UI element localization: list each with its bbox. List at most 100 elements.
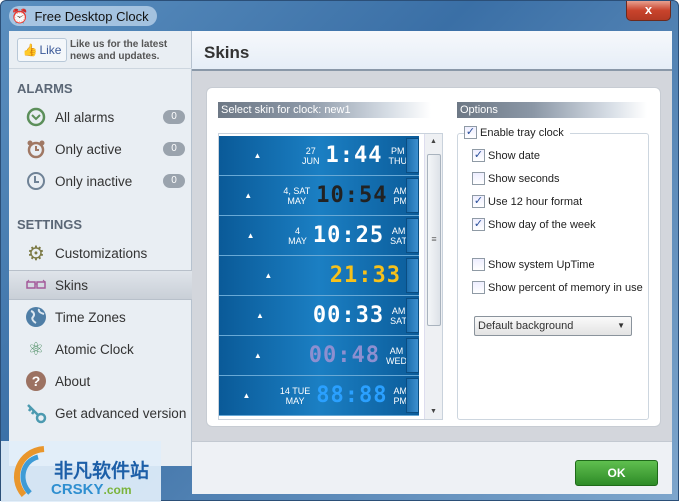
skin-list[interactable]: ▲ 27 JUN 1:44 PM THU ▲ 4, SAT MAY 10:54 AM P… — [218, 133, 443, 420]
skin-date: 4, SAT MAY — [283, 186, 310, 206]
like-text-2: news and updates. — [70, 51, 160, 62]
skin-item[interactable]: ▲ 00:48 AM WED — [219, 336, 419, 376]
checkbox-label: Show seconds — [488, 172, 560, 185]
skin-ampm-top: AM — [393, 185, 408, 196]
checkbox-box[interactable]: ✓ — [472, 218, 485, 231]
use-12-hour-checkbox[interactable]: ✓ Use 12 hour format — [472, 195, 582, 208]
skin-list-header: Select skin for clock: new1 — [218, 102, 431, 118]
triangle-up-icon: ▲ — [264, 271, 273, 280]
checkbox-box[interactable]: ✓ — [472, 195, 485, 208]
skin-time: 10:54 — [316, 183, 388, 208]
vertical-scrollbar[interactable]: ▲ ≡ ▼ — [424, 134, 442, 419]
thumbs-up-icon: 👍 — [22, 43, 38, 57]
skin-time: 10:25 — [312, 223, 385, 248]
count-badge: 0 — [163, 142, 185, 156]
skin-ampm: AM PM — [393, 386, 407, 406]
skin-date: 14 TUE MAY — [280, 386, 310, 406]
scroll-down-arrow-icon[interactable]: ▼ — [425, 408, 442, 415]
show-day-checkbox[interactable]: ✓ Show day of the week — [472, 218, 596, 231]
item-label: Atomic Clock — [55, 341, 134, 357]
page-header: Skins — [192, 31, 672, 71]
glasses-icon — [25, 274, 47, 296]
skins-panel: Select skin for clock: new1 ▲ 27 JUN 1:44… — [206, 87, 661, 427]
triangle-up-icon: ▲ — [253, 151, 262, 160]
skin-ampm: AM SAT — [390, 226, 407, 246]
clock-icon — [25, 106, 47, 128]
checkbox-label: Enable tray clock — [480, 126, 564, 139]
triangle-up-icon: ▲ — [253, 351, 262, 360]
show-uptime-checkbox[interactable]: Show system UpTime — [472, 258, 595, 271]
checkbox-box[interactable] — [472, 172, 485, 185]
skin-day: PM — [393, 195, 408, 206]
skin-day: PM — [393, 395, 407, 406]
checkbox-box[interactable] — [472, 258, 485, 271]
window-title: Free Desktop Clock — [34, 8, 149, 24]
enable-tray-clock-checkbox[interactable]: ✓ Enable tray clock — [464, 126, 570, 139]
divider — [9, 68, 192, 69]
skin-day: WED — [386, 355, 407, 366]
sidebar-item-all-alarms[interactable]: All alarms 0 — [9, 102, 192, 132]
show-date-checkbox[interactable]: ✓ Show date — [472, 149, 540, 162]
skin-tab — [406, 258, 419, 293]
sidebar-item-atomic-clock[interactable]: ⚛ Atomic Clock — [9, 334, 192, 364]
skin-tab — [406, 298, 419, 333]
skin-ampm: AM WED — [386, 346, 407, 366]
chevron-down-icon: ▼ — [617, 321, 625, 330]
skin-tab — [406, 338, 419, 373]
skin-day: SAT — [390, 235, 407, 246]
bottom-bar: OK — [192, 441, 672, 494]
skin-tab — [406, 218, 419, 253]
skin-item[interactable]: ▲ 21:33 — [219, 256, 419, 296]
skin-date-bottom: MAY — [288, 235, 307, 246]
item-label: Only active — [55, 141, 122, 157]
skin-date-top: 4 — [294, 225, 300, 236]
skin-date: 4 MAY — [288, 226, 307, 246]
skin-ampm: AM PM — [394, 186, 408, 206]
crsky-logo-icon — [13, 446, 45, 497]
ok-button[interactable]: OK — [575, 460, 658, 486]
checkbox-box[interactable] — [472, 281, 485, 294]
key-icon — [25, 402, 47, 424]
skin-item[interactable]: ▲ 00:33 AM SAT — [219, 296, 419, 336]
sidebar-item-about[interactable]: ? About — [9, 366, 192, 396]
scroll-thumb[interactable]: ≡ — [427, 154, 441, 326]
skin-item[interactable]: ▲ 14 TUE MAY 88:88 AM PM — [219, 376, 419, 416]
skin-ampm-top: AM — [391, 225, 406, 236]
checkbox-label: Use 12 hour format — [488, 195, 583, 208]
triangle-up-icon: ▲ — [246, 231, 255, 240]
background-select[interactable]: Default background ▼ — [474, 316, 632, 336]
skin-day: THU — [388, 155, 408, 166]
sidebar-item-only-inactive[interactable]: Only inactive 0 — [9, 166, 192, 196]
skin-item[interactable]: ▲ 4 MAY 10:25 AM SAT — [219, 216, 419, 256]
page-title: Skins — [204, 43, 250, 62]
skin-date: 27 JUN — [302, 146, 320, 166]
item-label: All alarms — [55, 109, 115, 125]
sidebar-item-time-zones[interactable]: Time Zones — [9, 302, 192, 332]
item-label: Only inactive — [55, 173, 133, 189]
item-label: Customizations — [55, 245, 148, 261]
skin-item[interactable]: ▲ 27 JUN 1:44 PM THU — [219, 136, 419, 176]
like-button[interactable]: 👍 Like — [17, 38, 67, 62]
item-label: About — [55, 373, 91, 389]
sidebar-item-skins[interactable]: Skins — [9, 270, 192, 300]
watermark-en: CRSKY.com — [51, 481, 132, 498]
skin-time: 21:33 — [329, 263, 401, 288]
checkbox-box[interactable]: ✓ — [464, 126, 477, 139]
question-icon: ? — [25, 370, 47, 392]
sidebar-item-customizations[interactable]: ⚙ Customizations — [9, 238, 192, 268]
skin-item[interactable]: ▲ 4, SAT MAY 10:54 AM PM — [219, 176, 419, 216]
show-seconds-checkbox[interactable]: Show seconds — [472, 172, 560, 185]
checkbox-box[interactable]: ✓ — [472, 149, 485, 162]
show-memory-checkbox[interactable]: Show percent of memory in use — [472, 281, 643, 294]
item-label: Skins — [55, 277, 89, 293]
title-bar: ⏰ Free Desktop Clock — [9, 6, 157, 26]
sidebar-item-only-active[interactable]: Only active 0 — [9, 134, 192, 164]
skin-ampm-top: PM — [391, 145, 405, 156]
skin-ampm-top: AM — [391, 305, 406, 316]
select-value: Default background — [478, 320, 574, 332]
scroll-up-arrow-icon[interactable]: ▲ — [425, 138, 442, 145]
close-button[interactable]: x — [626, 1, 671, 21]
skin-date-top: 27 — [305, 145, 316, 156]
globe-icon — [25, 306, 47, 328]
sidebar-item-get-advanced-version[interactable]: Get advanced version — [9, 398, 192, 428]
